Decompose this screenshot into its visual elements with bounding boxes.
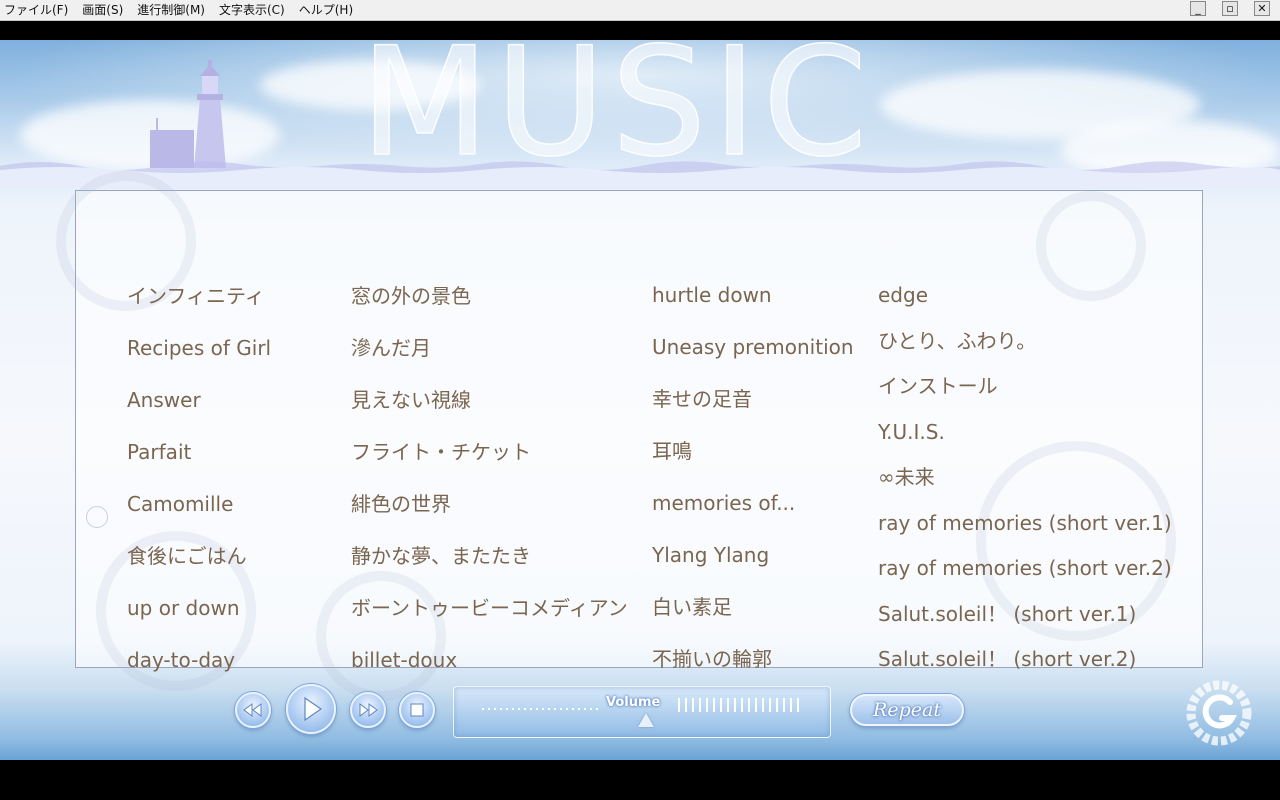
- menu-progress-control[interactable]: 進行制御(M): [137, 1, 205, 20]
- track-item[interactable]: 見えない視線: [351, 388, 471, 412]
- track-item[interactable]: ボーントゥービーコメディアン: [351, 596, 628, 620]
- volume-control[interactable]: Volume: [453, 686, 831, 738]
- track-item[interactable]: 静かな夢、またたき: [351, 544, 531, 568]
- track-item[interactable]: 耳鳴: [652, 439, 692, 463]
- track-item[interactable]: hurtle down: [652, 283, 772, 307]
- fast-forward-icon: [359, 703, 378, 717]
- menu-file[interactable]: ファイル(F): [4, 1, 68, 20]
- close-icon: ✕: [1257, 2, 1267, 15]
- track-item[interactable]: 食後にごはん: [127, 544, 247, 568]
- restore-button[interactable]: ▫: [1222, 1, 1238, 16]
- volume-scale-right: [678, 698, 802, 712]
- brand-logo[interactable]: [1186, 680, 1252, 746]
- track-item[interactable]: Uneasy premonition: [652, 335, 854, 359]
- track-item[interactable]: Salut.soleil！ (short ver.1): [878, 602, 1136, 626]
- menu-text-display[interactable]: 文字表示(C): [219, 1, 285, 20]
- volume-scale-left: [482, 708, 602, 710]
- track-item[interactable]: 窓の外の景色: [351, 284, 471, 308]
- fast-forward-button[interactable]: [350, 692, 386, 728]
- wave-decoration: [0, 161, 1280, 188]
- menu-help[interactable]: ヘルプ(H): [299, 1, 353, 20]
- play-button[interactable]: [286, 684, 336, 734]
- track-item[interactable]: 白い素足: [652, 595, 732, 619]
- track-item[interactable]: 幸せの足音: [652, 387, 752, 411]
- track-item[interactable]: memories of...: [652, 491, 795, 515]
- close-button[interactable]: ✕: [1254, 1, 1270, 16]
- track-item[interactable]: ray of memories (short ver.1): [878, 511, 1172, 535]
- track-item[interactable]: Ylang Ylang: [652, 543, 769, 567]
- track-item[interactable]: フライト・チケット: [351, 440, 531, 464]
- track-item[interactable]: インストール: [878, 374, 998, 398]
- repeat-button[interactable]: Repeat: [850, 694, 964, 726]
- track-item[interactable]: 不揃いの輪郭: [652, 647, 772, 671]
- menu-items: ファイル(F) 画面(S) 進行制御(M) 文字表示(C) ヘルプ(H): [4, 1, 367, 20]
- track-item[interactable]: Salut.soleil！ (short ver.2): [878, 647, 1136, 671]
- menu-screen[interactable]: 画面(S): [82, 1, 123, 20]
- track-list-panel: インフィニティ Recipes of Girl Answer Parfait C…: [56, 171, 1203, 701]
- track-item[interactable]: day-to-day: [127, 648, 235, 672]
- window-menubar: ファイル(F) 画面(S) 進行制御(M) 文字表示(C) ヘルプ(H) _ ▫…: [0, 0, 1280, 21]
- track-item[interactable]: ∞未来: [878, 465, 935, 489]
- stop-button[interactable]: [399, 692, 435, 728]
- track-item[interactable]: 緋色の世界: [351, 492, 451, 516]
- play-icon: [304, 696, 323, 722]
- gear-decoration: [316, 571, 446, 701]
- track-item[interactable]: 滲んだ月: [351, 336, 431, 360]
- rewind-icon: [243, 703, 262, 717]
- track-item[interactable]: ひとり、ふわり。: [878, 329, 1036, 353]
- minimize-icon: _: [1195, 2, 1201, 15]
- minimize-button[interactable]: _: [1190, 1, 1206, 16]
- gear-decoration: [1036, 191, 1146, 301]
- track-item[interactable]: Camomille: [127, 492, 233, 516]
- track-item[interactable]: Recipes of Girl: [127, 336, 271, 360]
- track-item[interactable]: インフィニティ: [127, 284, 265, 308]
- window-controls: _ ▫ ✕: [1190, 1, 1270, 16]
- track-item[interactable]: Y.U.I.S.: [878, 420, 945, 444]
- music-screen: MUSIC インフィニティ Recipes of Girl Answer Par…: [0, 40, 1280, 760]
- track-item[interactable]: Answer: [127, 388, 201, 412]
- track-item[interactable]: ray of memories (short ver.2): [878, 556, 1172, 580]
- volume-slider-handle[interactable]: [638, 713, 654, 727]
- track-item[interactable]: edge: [878, 283, 928, 307]
- volume-label: Volume: [606, 695, 661, 710]
- track-item[interactable]: Parfait: [127, 440, 191, 464]
- restore-icon: ▫: [1226, 2, 1234, 15]
- stop-icon: [410, 703, 424, 717]
- track-item[interactable]: billet-doux: [351, 648, 457, 672]
- track-item[interactable]: up or down: [127, 596, 240, 620]
- rewind-button[interactable]: [235, 692, 271, 728]
- selection-marker: [86, 506, 108, 528]
